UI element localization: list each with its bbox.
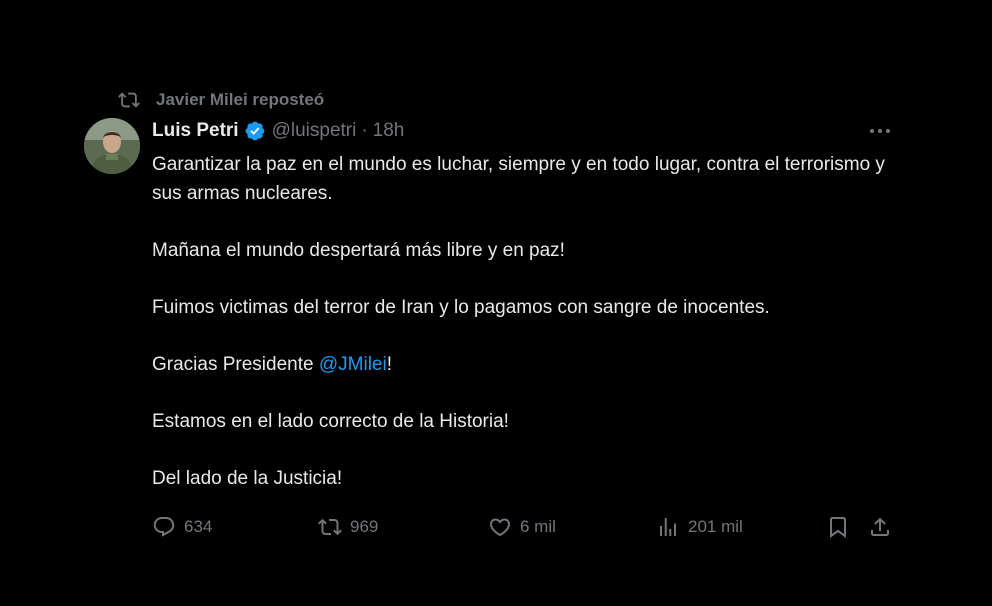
author-handle[interactable]: @luispetri — [272, 120, 357, 142]
tweet-text: Garantizar la paz en el mundo es luchar,… — [152, 150, 912, 521]
bookmark-icon — [830, 517, 846, 538]
views-button[interactable]: 201 mil — [656, 512, 743, 542]
author-name[interactable]: Luis Petri — [152, 120, 239, 142]
tweet-paragraph: Del lado de la Justicia! — [152, 468, 343, 489]
repost-banner[interactable]: Javier Milei reposteó — [118, 88, 324, 112]
mention-link[interactable]: @JMilei — [319, 354, 387, 375]
bookmark-button[interactable] — [826, 512, 850, 542]
reply-button[interactable]: 634 — [152, 512, 212, 542]
reply-count: 634 — [184, 517, 213, 536]
repost-icon — [318, 518, 342, 536]
repost-button[interactable]: 969 — [318, 512, 378, 542]
tweet-paragraph: Estamos en el lado correcto de la Histor… — [152, 411, 509, 432]
repost-banner-text: Javier Milei reposteó — [156, 90, 325, 109]
tweet-paragraph: Fuimos victimas del terror de Iran y lo … — [152, 297, 770, 318]
share-icon — [871, 517, 889, 536]
separator-dot: · — [361, 120, 368, 141]
views-icon — [660, 518, 676, 536]
avatar[interactable] — [84, 118, 140, 174]
repost-icon — [118, 89, 140, 111]
text-segment: ! — [386, 354, 392, 375]
verified-badge-icon — [244, 120, 266, 142]
reply-icon — [153, 517, 175, 537]
text-segment: Gracias Presidente — [152, 354, 319, 375]
tweet-paragraph-mention: Gracias Presidente @JMilei! — [152, 350, 912, 379]
heart-icon — [489, 518, 511, 537]
repost-count: 969 — [350, 517, 379, 536]
more-icon — [870, 129, 890, 133]
like-count: 6 mil — [520, 517, 556, 536]
action-bar: 634 969 6 mil 201 mil — [152, 512, 896, 542]
tweet-header: Luis Petri @luispetri · 18h — [152, 117, 404, 145]
share-button[interactable] — [868, 512, 892, 542]
tweet-paragraph: Mañana el mundo despertará más libre y e… — [152, 240, 565, 261]
more-options-button[interactable] — [866, 120, 894, 142]
like-button[interactable]: 6 mil — [488, 512, 556, 542]
tweet-paragraph: Garantizar la paz en el mundo es luchar,… — [152, 154, 885, 204]
timestamp[interactable]: 18h — [373, 120, 405, 142]
views-count: 201 mil — [688, 517, 743, 536]
